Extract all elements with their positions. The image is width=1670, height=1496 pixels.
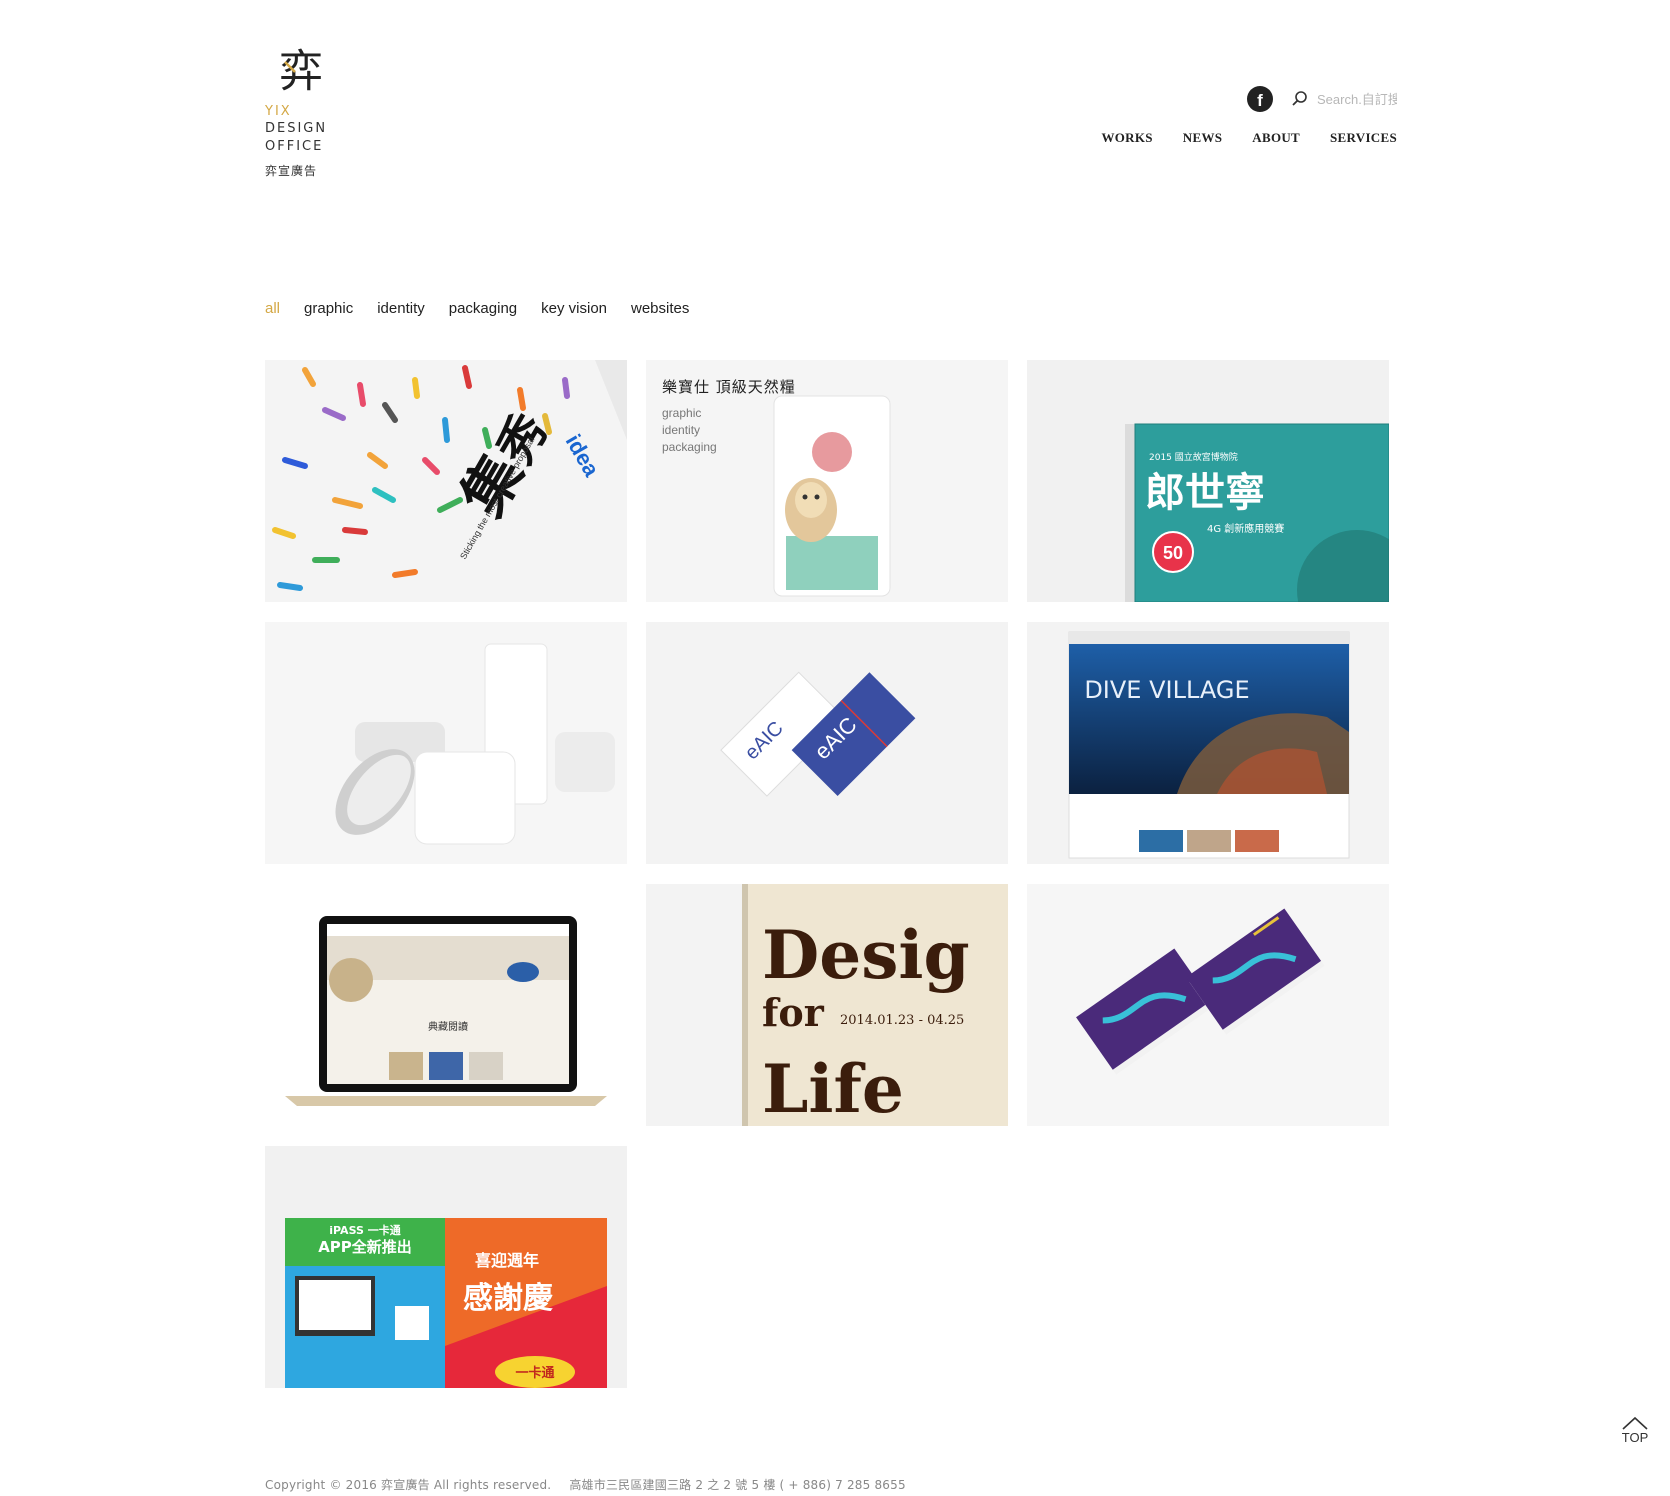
svg-text:郎世寧: 郎世寧: [1145, 470, 1265, 516]
svg-text:DIVE VILLAGE: DIVE VILLAGE: [1084, 676, 1249, 704]
back-to-top-label: TOP: [1621, 1430, 1649, 1445]
work-tag: graphic: [662, 406, 702, 420]
logo-mark-icon: 弈: [279, 46, 323, 96]
header-tools: f: [1247, 84, 1397, 114]
svg-text:Desig: Desig: [762, 916, 970, 994]
footer-copyright: Copyright © 2016 弈宣廣告 All rights reserve…: [265, 1478, 552, 1492]
search-input[interactable]: [1317, 91, 1397, 107]
brand-design: DESIGN: [265, 121, 328, 136]
work-tile-ipass[interactable]: iPASS 一卡通 APP全新推出 喜迎週年 感謝慶 一卡通: [265, 1146, 627, 1388]
footer-address: 高雄市三民區建國三路 2 之 2 號 5 樓 ( + 886) 7 285 86…: [569, 1478, 906, 1492]
nav-about[interactable]: ABOUT: [1252, 130, 1300, 146]
filter-packaging[interactable]: packaging: [449, 300, 517, 317]
work-image-magazine: 2015 國立故宮博物院 郎世寧 4G 創新應用競賽 50: [1027, 360, 1389, 602]
footer: Copyright © 2016 弈宣廣告 All rights reserve…: [265, 1476, 906, 1493]
svg-text:一卡通: 一卡通: [515, 1365, 554, 1381]
filter-all[interactable]: all: [265, 300, 280, 317]
nav-news[interactable]: NEWS: [1183, 130, 1223, 146]
svg-text:弈: 弈: [279, 46, 323, 96]
svg-text:Life: Life: [762, 1050, 904, 1126]
work-tile-purple-flyers[interactable]: [1027, 884, 1389, 1126]
filter-identity[interactable]: identity: [377, 300, 425, 317]
page: 弈 YIX DESIGN OFFICE 弈宣廣告 f WORKS NEWS AB…: [0, 0, 1670, 1496]
work-image-cosmetics: [265, 622, 627, 864]
search-box: [1291, 90, 1397, 108]
work-image-business-cards: eAIC eAIC: [646, 622, 1008, 864]
work-tile-magazine[interactable]: 2015 國立故宮博物院 郎世寧 4G 創新應用競賽 50: [1027, 360, 1389, 602]
nav-services[interactable]: SERVICES: [1330, 130, 1397, 146]
work-tags: graphic identity packaging: [662, 405, 796, 456]
work-image-purple-flyers: [1027, 884, 1389, 1126]
svg-text:APP全新推出: APP全新推出: [318, 1238, 412, 1256]
work-tile-cosmetics[interactable]: [265, 622, 627, 864]
back-to-top-button[interactable]: TOP: [1618, 1416, 1652, 1445]
work-tile-business-cards[interactable]: eAIC eAIC: [646, 622, 1008, 864]
work-tag: identity: [662, 423, 701, 437]
svg-text:for: for: [762, 990, 825, 1035]
work-image-laptop: 典藏閱讀: [265, 884, 627, 1126]
brand-logo[interactable]: 弈 YIX DESIGN OFFICE 弈宣廣告: [265, 44, 345, 179]
work-tile-pet-food[interactable]: 樂寶仕 頂級天然糧 graphic identity packaging: [646, 360, 1008, 602]
work-image-design-for-life: Desig for 2014.01.23 - 04.25 Life: [646, 884, 1008, 1126]
chevron-up-icon: [1622, 1416, 1648, 1430]
work-title: 樂寶仕 頂級天然糧: [662, 378, 796, 396]
work-tile-laptop[interactable]: 典藏閱讀: [265, 884, 627, 1126]
nav-works[interactable]: WORKS: [1101, 130, 1152, 146]
svg-text:喜迎週年: 喜迎週年: [475, 1251, 539, 1270]
svg-text:典藏閱讀: 典藏閱讀: [428, 1020, 468, 1033]
svg-text:iPASS 一卡通: iPASS 一卡通: [329, 1223, 401, 1237]
svg-text:4G 創新應用競賽: 4G 創新應用競賽: [1207, 522, 1284, 535]
category-filters: all graphic identity packaging key visio…: [265, 300, 689, 317]
works-grid: 集 秀 idea Sticking the most creative prop…: [265, 360, 1389, 1388]
svg-text:50: 50: [1163, 543, 1183, 563]
work-image-dive-village: DIVE VILLAGE: [1027, 622, 1389, 864]
svg-text:感謝慶: 感謝慶: [463, 1281, 553, 1316]
filter-key-vision[interactable]: key vision: [541, 300, 607, 317]
work-info: 樂寶仕 頂級天然糧 graphic identity packaging: [662, 376, 796, 456]
work-image-ipass: iPASS 一卡通 APP全新推出 喜迎週年 感謝慶 一卡通: [265, 1146, 627, 1388]
search-icon[interactable]: [1291, 90, 1309, 108]
work-tile-design-for-life[interactable]: Desig for 2014.01.23 - 04.25 Life: [646, 884, 1008, 1126]
main-nav: WORKS NEWS ABOUT SERVICES: [1101, 130, 1397, 146]
svg-text:2015 國立故宮博物院: 2015 國立故宮博物院: [1149, 451, 1238, 463]
work-tile-dive-village[interactable]: DIVE VILLAGE: [1027, 622, 1389, 864]
work-image-pencils: 集 秀 idea Sticking the most creative prop…: [265, 360, 627, 602]
svg-text:2014.01.23 - 04.25: 2014.01.23 - 04.25: [840, 1013, 964, 1028]
filter-graphic[interactable]: graphic: [304, 300, 353, 317]
brand-name-cn: 弈宣廣告: [265, 164, 318, 178]
filter-websites[interactable]: websites: [631, 300, 689, 317]
work-tile-pencils[interactable]: 集 秀 idea Sticking the most creative prop…: [265, 360, 627, 602]
facebook-icon[interactable]: f: [1247, 86, 1273, 112]
brand-office: OFFICE: [265, 139, 324, 154]
work-tag: packaging: [662, 440, 717, 454]
brand-yix: YIX: [265, 104, 292, 119]
